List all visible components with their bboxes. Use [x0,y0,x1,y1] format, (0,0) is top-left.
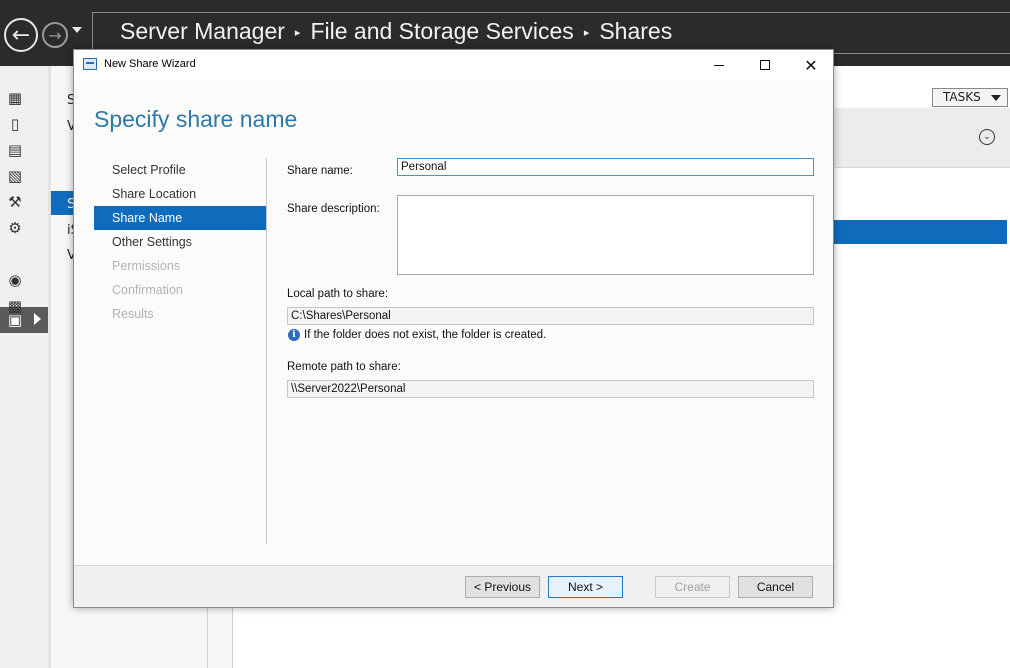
step-results: Results [112,307,154,321]
info-icon: i [288,329,300,341]
share-name-label: Share name: [287,165,353,177]
local-server-icon[interactable]: ▯ [7,116,23,132]
create-button: Create [655,576,730,598]
step-permissions: Permissions [112,259,181,273]
forward-arrow-icon[interactable]: → [42,22,68,48]
close-icon: ✕ [804,55,818,75]
dialog-title: New Share Wizard [104,58,196,70]
new-share-wizard-dialog: New Share Wizard ✕ Specify share name Se… [73,49,834,608]
breadcrumb-separator: ▸ [294,27,301,39]
breadcrumb-shares: Shares [599,18,673,44]
next-button[interactable]: Next > [548,576,623,598]
minimize-button[interactable] [696,50,742,80]
expand-arrow-icon[interactable] [34,313,41,325]
close-button[interactable]: ✕ [788,50,834,80]
breadcrumb: Server Manager ▸ File and Storage Services… [120,18,672,45]
tasks-label: TASKS [943,90,981,104]
dashboard-icon[interactable]: ▦ [7,90,23,106]
web-server-icon[interactable]: ◉ [7,272,23,288]
share-wizard-icon [83,58,97,70]
breadcrumb-separator: ▸ [583,27,590,39]
back-arrow-icon[interactable]: ← [4,18,38,52]
share-name-input[interactable]: Personal [397,158,814,176]
breadcrumb-file-storage[interactable]: File and Storage Services [310,18,573,44]
history-dropdown-icon[interactable] [72,27,82,33]
dialog-footer: < Previous Next > Create Cancel [74,565,833,607]
local-path-label: Local path to share: [287,288,389,300]
selected-share-row[interactable] [832,220,1007,244]
step-other-settings[interactable]: Other Settings [94,230,266,254]
dialog-titlebar[interactable]: New Share Wizard ✕ [74,50,833,80]
cancel-button[interactable]: Cancel [738,576,813,598]
server-manager-left-nav: ▦ ▯ ▤ ▧ ⚒ ⚙ ▣ ◉ ▩ [0,66,48,668]
previous-button[interactable]: < Previous [465,576,540,598]
tasks-dropdown[interactable]: TASKS [932,88,1008,107]
servers-group-icon[interactable]: ▧ [7,168,23,184]
maximize-button[interactable] [742,50,788,80]
page-title: Specify share name [94,106,298,132]
chevron-down-icon [991,95,1001,101]
step-select-profile[interactable]: Select Profile [94,158,266,182]
role-icon[interactable]: ⚙ [7,220,23,236]
local-path-field[interactable]: C:\Shares\Personal [287,307,814,325]
collapse-chevron-icon[interactable]: ⌄ [979,129,995,145]
all-servers-icon[interactable]: ▤ [7,142,23,158]
tools-icon[interactable]: ⚒ [7,194,23,210]
remote-desktop-icon[interactable]: ▩ [7,298,23,314]
step-share-name[interactable]: Share Name [94,206,266,230]
steps-divider [266,158,267,544]
step-share-location[interactable]: Share Location [94,182,266,206]
remote-path-field[interactable]: \\Server2022\Personal [287,380,814,398]
breadcrumb-server-manager[interactable]: Server Manager [120,18,285,44]
info-note-text: If the folder does not exist, the folder… [304,329,547,341]
folder-info-note: i If the folder does not exist, the fold… [288,329,546,341]
wizard-steps: Select Profile Share Location Share Name… [94,158,266,326]
share-description-textarea[interactable] [397,195,814,275]
minimize-icon [714,64,724,66]
share-description-label: Share description: [287,203,380,215]
maximize-icon [760,60,770,70]
step-confirmation: Confirmation [112,283,183,297]
remote-path-label: Remote path to share: [287,361,401,373]
